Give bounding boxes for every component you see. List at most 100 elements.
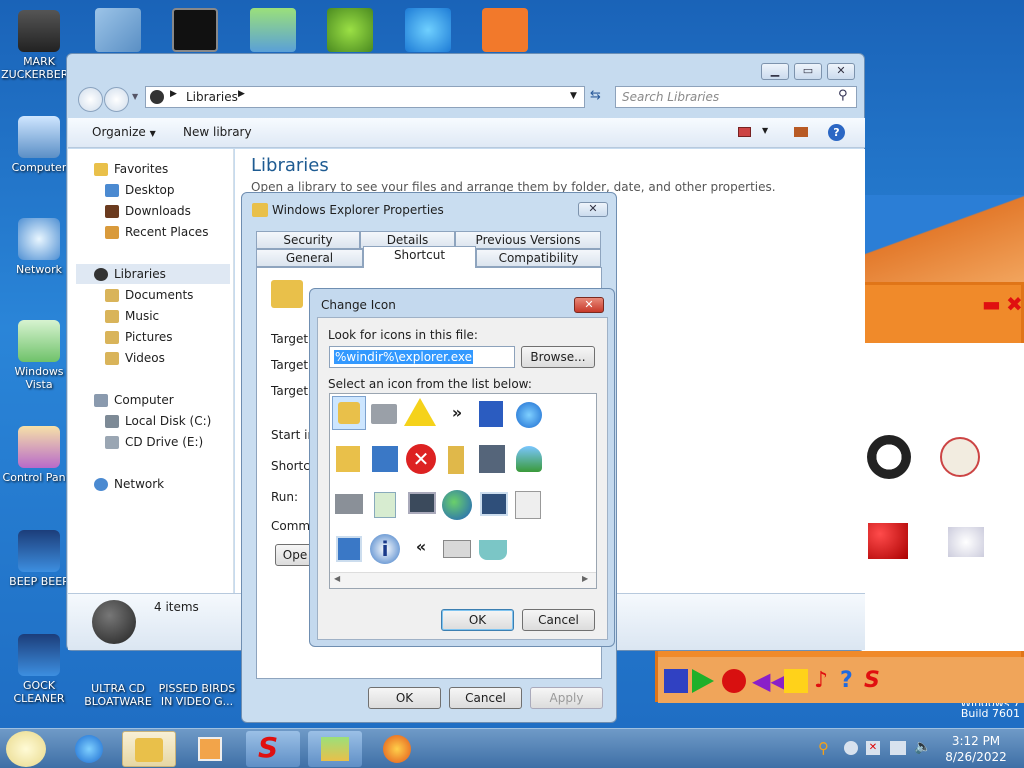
tab-previous-versions[interactable]: Previous Versions [455, 231, 601, 249]
tab-general[interactable]: General [256, 249, 363, 267]
nav-downloads[interactable]: Downloads [105, 201, 191, 221]
basket-icon[interactable] [476, 532, 510, 566]
music-icon[interactable]: ♪ [814, 669, 838, 693]
warning-icon[interactable] [404, 398, 436, 426]
pig-game-icon[interactable] [327, 8, 373, 52]
taskbar-firefox[interactable] [370, 731, 424, 767]
mail-icon[interactable] [440, 532, 474, 566]
play-icon[interactable] [692, 669, 714, 693]
nav-network[interactable]: Network [94, 474, 164, 494]
desktop-icon-ultra-cd[interactable]: ULTRA CD BLOATWARE [78, 652, 158, 708]
nav-libraries[interactable]: Libraries [76, 264, 230, 284]
taskbar-s-app[interactable]: S [246, 731, 300, 767]
help-icon[interactable]: ? [840, 669, 864, 693]
earth-icon[interactable] [440, 488, 474, 522]
windows-screens-icon[interactable] [476, 488, 510, 522]
icon-list[interactable]: » ✕ i « ◀ ▶ [329, 393, 597, 589]
internet-explorer-icon[interactable] [405, 8, 451, 52]
nav-documents[interactable]: Documents [105, 285, 193, 305]
cancel-button[interactable]: Cancel [522, 609, 595, 631]
globe-icon[interactable] [512, 398, 546, 432]
nav-local-disk[interactable]: Local Disk (C:) [105, 411, 211, 431]
search-icon[interactable]: ⚲ [838, 88, 848, 103]
minimize-button[interactable]: ▁ [761, 63, 789, 80]
nav-pictures[interactable]: Pictures [105, 327, 173, 347]
breadcrumb-libraries[interactable]: Libraries [186, 90, 238, 104]
explorer-folder-icon[interactable] [332, 396, 366, 430]
preview-pane-icon[interactable] [794, 127, 808, 137]
icon-file-input[interactable]: %windir%\explorer.exe [329, 346, 515, 368]
breadcrumb-arrow-icon[interactable]: ▶ [238, 89, 245, 99]
tab-compatibility[interactable]: Compatibility [476, 249, 601, 267]
game-close-icon[interactable]: ✖ [1006, 294, 1024, 314]
tab-shortcut[interactable]: Shortcut [363, 246, 476, 268]
taskbar-explorer-shortcut[interactable] [308, 731, 362, 767]
back-button[interactable] [78, 87, 103, 112]
recent-pages-chevron-icon[interactable]: ▼ [132, 92, 138, 101]
address-dropdown-icon[interactable]: ▼ [570, 91, 577, 101]
help-icon[interactable]: ? [828, 124, 845, 141]
close-button[interactable]: ✕ [827, 63, 855, 80]
nav-computer[interactable]: Computer [94, 390, 174, 410]
scroll-left-icon[interactable]: ◀ [334, 574, 340, 583]
apply-button[interactable]: Apply [530, 687, 603, 709]
recycle-icon[interactable] [368, 488, 402, 522]
explorer-shortcut-icon[interactable] [250, 8, 296, 52]
printer-help-icon[interactable] [368, 398, 402, 432]
nav-cd-drive[interactable]: CD Drive (E:) [105, 432, 203, 452]
view-options-icon[interactable] [738, 127, 751, 137]
control-panel-window-icon[interactable] [368, 442, 402, 476]
computer-monitor-icon[interactable] [404, 488, 438, 522]
organize-button[interactable]: Organize ▼ [92, 125, 156, 139]
action-center-icon[interactable]: ✕ [866, 741, 880, 755]
forward-arrows-icon[interactable]: » [440, 398, 474, 432]
back-arrows-icon[interactable]: « [404, 532, 438, 566]
close-button[interactable]: ✕ [578, 202, 608, 217]
bin-icon[interactable] [664, 669, 688, 693]
close-button[interactable]: ✕ [574, 297, 604, 313]
explorer-titlebar[interactable] [67, 54, 864, 84]
ok-button[interactable]: OK [441, 609, 514, 631]
cancel-button[interactable]: Cancel [449, 687, 522, 709]
users-icon[interactable] [512, 442, 546, 476]
search-tray-icon[interactable]: ⚲ [818, 739, 829, 757]
view-chevron-icon[interactable]: ▼ [762, 126, 768, 135]
desktop-icon-pissed-birds[interactable]: PISSED BIRDS IN VIDEO G... [157, 652, 237, 708]
cmd-icon[interactable] [172, 8, 218, 52]
browse-button[interactable]: Browse... [521, 346, 595, 368]
printer-icon[interactable] [332, 488, 366, 522]
word-document-icon[interactable] [476, 398, 510, 432]
search-input[interactable]: Search Libraries ⚲ [615, 86, 857, 108]
ok-button[interactable]: OK [368, 687, 441, 709]
nav-music[interactable]: Music [105, 306, 159, 326]
game-minimize-icon[interactable]: ▬ [982, 294, 1002, 314]
refresh-icon[interactable]: ⇆ [590, 88, 608, 106]
nav-desktop[interactable]: Desktop [105, 180, 175, 200]
info-icon[interactable]: i [368, 532, 402, 566]
server-icon[interactable] [476, 442, 510, 476]
breadcrumb-arrow-icon[interactable]: ▶ [170, 89, 177, 99]
volume-icon[interactable]: 🔈 [914, 739, 931, 755]
blocked-document-icon[interactable] [512, 488, 546, 522]
clock[interactable]: 3:12 PM 8/26/2022 [940, 733, 1012, 765]
green-arrow-folder-icon[interactable] [332, 442, 366, 476]
open-window-icon[interactable] [332, 532, 366, 566]
xampp-icon[interactable] [482, 8, 528, 52]
taskbar-internet-explorer[interactable] [62, 731, 116, 767]
record-icon[interactable] [722, 669, 746, 693]
error-icon[interactable]: ✕ [404, 442, 438, 476]
square-icon[interactable] [784, 669, 808, 693]
network-tray-icon[interactable] [890, 741, 906, 755]
nav-favorites[interactable]: Favorites [94, 159, 168, 179]
address-bar[interactable]: ▶ Libraries ▶ ▼ [145, 86, 585, 108]
rewind-icon[interactable]: ◀◀ [752, 669, 789, 693]
notepad-icon[interactable] [95, 8, 141, 52]
tray-circle-icon[interactable] [844, 741, 858, 755]
start-button[interactable] [6, 731, 46, 767]
horizontal-scrollbar[interactable]: ◀ ▶ [330, 572, 596, 588]
new-library-button[interactable]: New library [183, 125, 252, 139]
s-logo-icon[interactable]: S [864, 669, 888, 693]
scroll-right-icon[interactable]: ▶ [582, 574, 588, 583]
forward-button[interactable] [104, 87, 129, 112]
open-folder-icon[interactable] [440, 442, 474, 476]
